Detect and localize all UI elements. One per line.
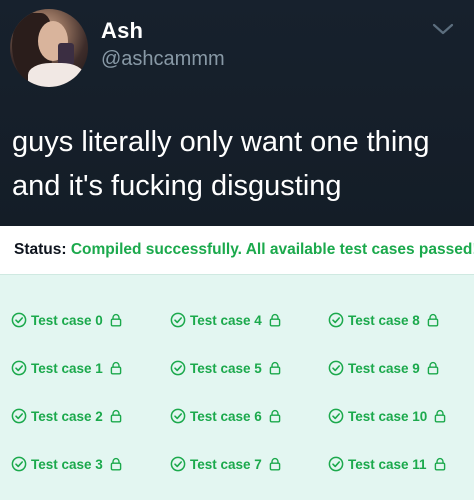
display-name[interactable]: Ash [101, 18, 143, 44]
test-case-item[interactable]: Test case 7 [170, 452, 282, 476]
lock-icon [268, 457, 282, 471]
avatar[interactable] [10, 9, 88, 87]
test-case-label: Test case 2 [31, 408, 103, 424]
test-case-label: Test case 9 [348, 360, 420, 376]
test-case-label: Test case 4 [190, 312, 262, 328]
test-case-label: Test case 8 [348, 312, 420, 328]
check-circle-icon [11, 312, 27, 328]
status-label: Status: [14, 241, 67, 258]
status-bar: Status: Compiled successfully. All avail… [0, 226, 474, 274]
check-circle-icon [170, 408, 186, 424]
check-circle-icon [170, 312, 186, 328]
lock-icon [268, 409, 282, 423]
lock-icon [109, 409, 123, 423]
user-handle[interactable]: @ashcammm [101, 48, 225, 71]
test-cases-panel: Test case 0 Test case 1 Test case 2 Test ca… [0, 274, 474, 500]
test-case-label: Test case 7 [190, 456, 262, 472]
check-circle-icon [328, 456, 344, 472]
test-case-item[interactable]: Test case 0 [11, 308, 123, 332]
test-case-item[interactable]: Test case 3 [11, 452, 123, 476]
lock-icon [109, 361, 123, 375]
test-case-label: Test case 11 [348, 456, 427, 472]
test-case-item[interactable]: Test case 8 [328, 308, 440, 332]
check-circle-icon [170, 456, 186, 472]
lock-icon [433, 409, 447, 423]
chevron-down-icon[interactable] [428, 18, 458, 40]
test-case-label: Test case 6 [190, 408, 262, 424]
test-case-item[interactable]: Test case 2 [11, 404, 123, 428]
lock-icon [433, 457, 447, 471]
lock-icon [109, 313, 123, 327]
tweet-text-line: and it's fucking disgusting [12, 170, 342, 202]
test-case-item[interactable]: Test case 4 [170, 308, 282, 332]
lock-icon [109, 457, 123, 471]
check-circle-icon [170, 360, 186, 376]
test-case-label: Test case 3 [31, 456, 103, 472]
check-circle-icon [328, 408, 344, 424]
check-circle-icon [11, 456, 27, 472]
check-circle-icon [328, 312, 344, 328]
test-case-label: Test case 5 [190, 360, 262, 376]
test-case-item[interactable]: Test case 9 [328, 356, 440, 380]
lock-icon [268, 361, 282, 375]
test-case-label: Test case 1 [31, 360, 103, 376]
test-case-item[interactable]: Test case 1 [11, 356, 123, 380]
avatar-shirt [28, 63, 84, 87]
lock-icon [268, 313, 282, 327]
tweet-text-line: guys literally only want one thing [12, 126, 430, 158]
test-case-item[interactable]: Test case 10 [328, 404, 447, 428]
check-circle-icon [11, 360, 27, 376]
lock-icon [426, 361, 440, 375]
test-case-label: Test case 0 [31, 312, 103, 328]
check-circle-icon [11, 408, 27, 424]
check-circle-icon [328, 360, 344, 376]
status-message: Compiled successfully. All available tes… [70, 241, 474, 258]
lock-icon [426, 313, 440, 327]
test-case-item[interactable]: Test case 11 [328, 452, 447, 476]
tweet-text: guys literally only want one thing and i… [12, 120, 467, 208]
test-case-item[interactable]: Test case 6 [170, 404, 282, 428]
avatar-phone [58, 43, 74, 65]
tweet-card: Ash @ashcammm guys literally only want o… [0, 0, 474, 226]
test-case-item[interactable]: Test case 5 [170, 356, 282, 380]
test-case-label: Test case 10 [348, 408, 428, 424]
